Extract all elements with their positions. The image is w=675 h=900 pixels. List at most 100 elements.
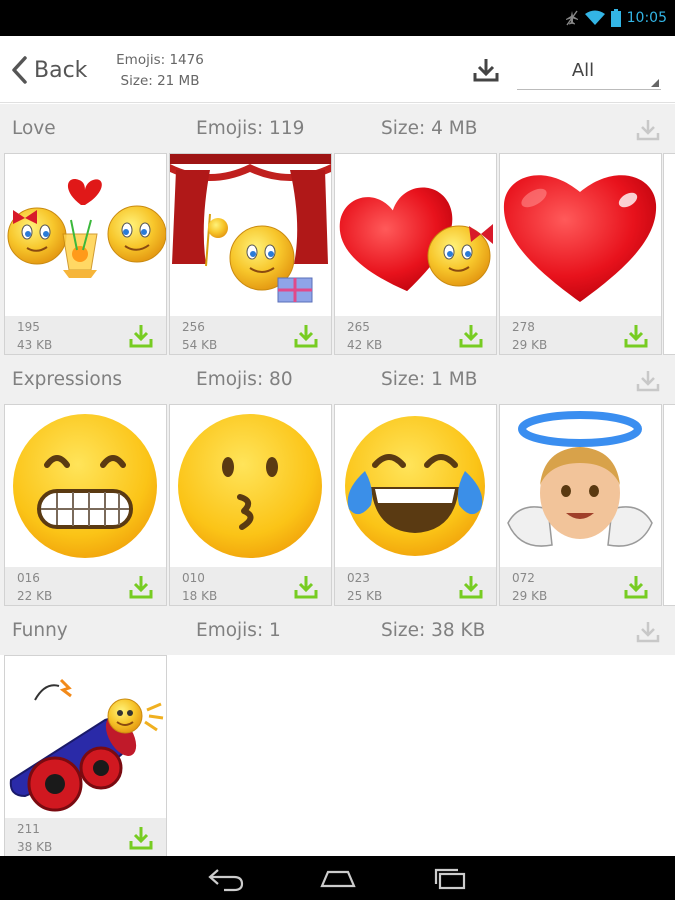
- emoji-size: 18 KB: [182, 589, 218, 603]
- emoji-number: 072: [512, 571, 535, 585]
- emoji-size: 42 KB: [347, 338, 383, 352]
- nav-home-button[interactable]: [318, 864, 358, 892]
- section-download-button[interactable]: [634, 118, 662, 142]
- emoji-image-red-heart: [500, 154, 661, 316]
- download-icon: [459, 325, 483, 348]
- section-header-expressions: Expressions Emojis: 80 Size: 1 MB: [0, 355, 675, 405]
- emoji-image-kissing: [170, 405, 331, 567]
- card-download-button[interactable]: [127, 825, 155, 851]
- back-arrow-icon: [208, 869, 244, 892]
- emoji-number: 016: [17, 571, 40, 585]
- card-download-button[interactable]: [622, 574, 650, 600]
- card-footer: 211 38 KB: [5, 818, 166, 856]
- emoji-number: 023: [347, 571, 370, 585]
- section-size: Size: 4 MB: [381, 118, 478, 139]
- emoji-image-baby-angel: [500, 405, 661, 567]
- download-icon: [636, 371, 660, 392]
- emoji-card[interactable]: 016 22 KB: [4, 404, 167, 606]
- nav-recents-button[interactable]: [430, 864, 470, 892]
- action-bar: Back Emojis: 1476 Size: 21 MB All: [0, 36, 675, 103]
- section-name: Love: [12, 118, 56, 139]
- back-label: Back: [34, 57, 88, 83]
- card-download-button[interactable]: [457, 323, 485, 349]
- emoji-card[interactable]: 010 18 KB: [169, 404, 332, 606]
- emoji-number: 256: [182, 320, 205, 334]
- card-footer: 195 43 KB: [5, 316, 166, 354]
- emoji-card[interactable]: 256 54 KB: [169, 153, 332, 355]
- card-download-button[interactable]: [457, 574, 485, 600]
- section-count: Emojis: 119: [196, 118, 305, 139]
- section-name: Expressions: [12, 369, 123, 390]
- battery-icon: [610, 9, 621, 27]
- emoji-number: 265: [347, 320, 370, 334]
- download-icon: [294, 325, 318, 348]
- card-footer: 256 54 KB: [170, 316, 331, 354]
- wifi-icon: [584, 10, 605, 25]
- chevron-left-icon: [12, 56, 27, 84]
- download-icon: [129, 325, 153, 348]
- emoji-size: 54 KB: [182, 338, 218, 352]
- emoji-size: 29 KB: [512, 589, 548, 603]
- emoji-number: 195: [17, 320, 40, 334]
- section-name: Funny: [12, 620, 68, 641]
- emoji-number: 211: [17, 822, 40, 836]
- emoji-total: Emojis: 1476: [116, 52, 204, 68]
- card-download-button[interactable]: [127, 574, 155, 600]
- download-icon: [636, 622, 660, 643]
- card-download-button[interactable]: [622, 323, 650, 349]
- emoji-card[interactable]: 195 43 KB: [4, 153, 167, 355]
- card-footer: 072 29 KB: [500, 567, 661, 605]
- emoji-image-love-drink: [5, 154, 166, 316]
- section-count: Emojis: 1: [196, 620, 281, 641]
- filter-selected-value: All: [571, 60, 595, 81]
- recent-apps-icon: [434, 868, 466, 890]
- back-button[interactable]: Back: [10, 50, 87, 90]
- download-icon: [129, 576, 153, 599]
- download-icon: [636, 120, 660, 141]
- emoji-row-love: 195 43 KB 256 54 KB 265 42 KB 278 29 KB: [0, 153, 675, 356]
- section-size: Size: 1 MB: [381, 369, 478, 390]
- home-icon: [320, 870, 356, 888]
- download-icon: [473, 59, 499, 82]
- nav-back-button[interactable]: [206, 864, 246, 892]
- card-footer: 016 22 KB: [5, 567, 166, 605]
- download-icon: [129, 827, 153, 850]
- status-time: 10:05: [626, 10, 667, 26]
- card-download-button[interactable]: [292, 323, 320, 349]
- download-icon: [294, 576, 318, 599]
- next-card-peek[interactable]: [663, 404, 675, 606]
- emoji-card[interactable]: 265 42 KB: [334, 153, 497, 355]
- card-download-button[interactable]: [292, 574, 320, 600]
- emoji-size: 38 KB: [17, 840, 53, 854]
- card-footer: 265 42 KB: [335, 316, 496, 354]
- section-download-button[interactable]: [634, 620, 662, 644]
- emoji-image-grimacing: [5, 405, 166, 567]
- emoji-card[interactable]: 072 29 KB: [499, 404, 662, 606]
- emoji-image-cannon: [5, 656, 166, 818]
- emoji-image-tears-of-joy: [335, 405, 496, 567]
- next-card-peek[interactable]: [663, 153, 675, 355]
- status-icons: 10:05: [565, 8, 667, 28]
- card-footer: 278 29 KB: [500, 316, 661, 354]
- download-summary: Emojis: 1476 Size: 21 MB: [110, 50, 210, 92]
- card-download-button[interactable]: [127, 323, 155, 349]
- emoji-card[interactable]: 211 38 KB: [4, 655, 167, 857]
- section-count: Emojis: 80: [196, 369, 293, 390]
- emoji-card[interactable]: 278 29 KB: [499, 153, 662, 355]
- section-header-love: Love Emojis: 119 Size: 4 MB: [0, 104, 675, 154]
- section-size: Size: 38 KB: [381, 620, 486, 641]
- emoji-image-valentine-heart: [335, 154, 496, 316]
- airplane-off-icon: [565, 10, 578, 26]
- dropdown-corner-icon: [651, 79, 659, 87]
- download-icon: [459, 576, 483, 599]
- emoji-size: 22 KB: [17, 589, 53, 603]
- section-download-button[interactable]: [634, 369, 662, 393]
- download-icon: [624, 576, 648, 599]
- category-filter-dropdown[interactable]: All: [517, 56, 661, 90]
- navigation-bar: [0, 856, 675, 900]
- emoji-row-funny: 211 38 KB: [0, 655, 675, 858]
- emoji-size: 29 KB: [512, 338, 548, 352]
- status-bar: 10:05: [0, 0, 675, 36]
- emoji-card[interactable]: 023 25 KB: [334, 404, 497, 606]
- download-all-button[interactable]: [470, 56, 502, 84]
